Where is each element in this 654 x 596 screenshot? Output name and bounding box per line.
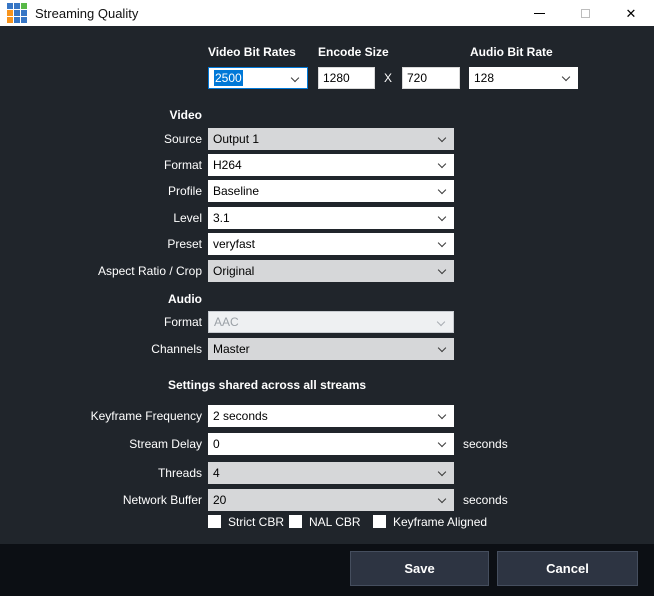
streaming-quality-dialog: Streaming Quality ✕ Video Bit Rates Enco… [0, 0, 654, 596]
source-combo[interactable]: Output 1 [208, 128, 454, 150]
footer-bar: Save Cancel [0, 544, 654, 596]
window-title: Streaming Quality [35, 6, 138, 21]
encode-height-input[interactable] [402, 67, 460, 89]
audio-bit-rate-combo[interactable]: 128 [469, 67, 578, 89]
profile-label: Profile [2, 180, 202, 202]
level-combo[interactable]: 3.1 [208, 207, 454, 229]
video-section-header: Video [2, 108, 202, 122]
keyframe-frequency-combo[interactable]: 2 seconds [208, 405, 454, 427]
maximize-button[interactable] [562, 0, 608, 26]
keyframe-aligned-label: Keyframe Aligned [393, 516, 487, 529]
chevron-down-icon [438, 213, 446, 221]
strict-cbr-label: Strict CBR [228, 516, 284, 529]
audio-section-header: Audio [2, 292, 202, 306]
chevron-down-icon [438, 495, 446, 503]
channels-combo[interactable]: Master [208, 338, 454, 360]
chevron-down-icon [562, 73, 570, 81]
chevron-down-icon [438, 134, 446, 142]
chevron-down-icon [438, 411, 446, 419]
shared-settings-header: Settings shared across all streams [168, 378, 366, 392]
minimize-button[interactable] [516, 0, 562, 26]
stream-delay-label: Stream Delay [2, 433, 202, 455]
aspect-ratio-crop-combo[interactable]: Original [208, 260, 454, 282]
encode-size-label: Encode Size [318, 45, 389, 59]
chevron-down-icon [438, 439, 446, 447]
titlebar: Streaming Quality ✕ [0, 0, 654, 26]
keyframe-aligned-checkbox[interactable] [373, 515, 386, 528]
minimize-icon [534, 13, 545, 14]
chevron-down-icon [438, 239, 446, 247]
preset-combo[interactable]: veryfast [208, 233, 454, 255]
stream-delay-seconds-suffix: seconds [463, 433, 508, 455]
nal-cbr-label: NAL CBR [309, 516, 361, 529]
preset-label: Preset [2, 233, 202, 255]
audio-format-label: Format [2, 311, 202, 333]
format-label: Format [2, 154, 202, 176]
video-bit-rates-label: Video Bit Rates [208, 45, 296, 59]
network-buffer-label: Network Buffer [2, 489, 202, 511]
chevron-down-icon [438, 266, 446, 274]
chevron-down-icon [438, 468, 446, 476]
channels-label: Channels [2, 338, 202, 360]
network-buffer-seconds-suffix: seconds [463, 489, 508, 511]
profile-combo[interactable]: Baseline [208, 180, 454, 202]
audio-bit-rate-label: Audio Bit Rate [470, 45, 553, 59]
stream-delay-combo[interactable]: 0 [208, 433, 454, 455]
encode-size-x-separator: X [384, 67, 392, 89]
close-icon: ✕ [626, 7, 637, 20]
strict-cbr-checkbox[interactable] [208, 515, 221, 528]
encode-width-input[interactable] [318, 67, 375, 89]
keyframe-frequency-label: Keyframe Frequency [2, 405, 202, 427]
chevron-down-icon [437, 318, 445, 326]
threads-combo[interactable]: 4 [208, 462, 454, 484]
cancel-button[interactable]: Cancel [497, 551, 638, 586]
close-button[interactable]: ✕ [608, 0, 654, 26]
aspect-ratio-crop-label: Aspect Ratio / Crop [2, 260, 202, 282]
network-buffer-combo[interactable]: 20 [208, 489, 454, 511]
chevron-down-icon [438, 186, 446, 194]
maximize-icon [581, 9, 590, 18]
level-label: Level [2, 207, 202, 229]
video-bit-rates-combo[interactable]: 2500 [208, 67, 308, 89]
save-button[interactable]: Save [350, 551, 489, 586]
app-grid-icon [7, 3, 27, 23]
threads-label: Threads [2, 462, 202, 484]
audio-format-combo: AAC [208, 311, 454, 333]
chevron-down-icon [438, 344, 446, 352]
chevron-down-icon [438, 160, 446, 168]
source-label: Source [2, 128, 202, 150]
format-combo[interactable]: H264 [208, 154, 454, 176]
chevron-down-icon [291, 74, 299, 82]
nal-cbr-checkbox[interactable] [289, 515, 302, 528]
